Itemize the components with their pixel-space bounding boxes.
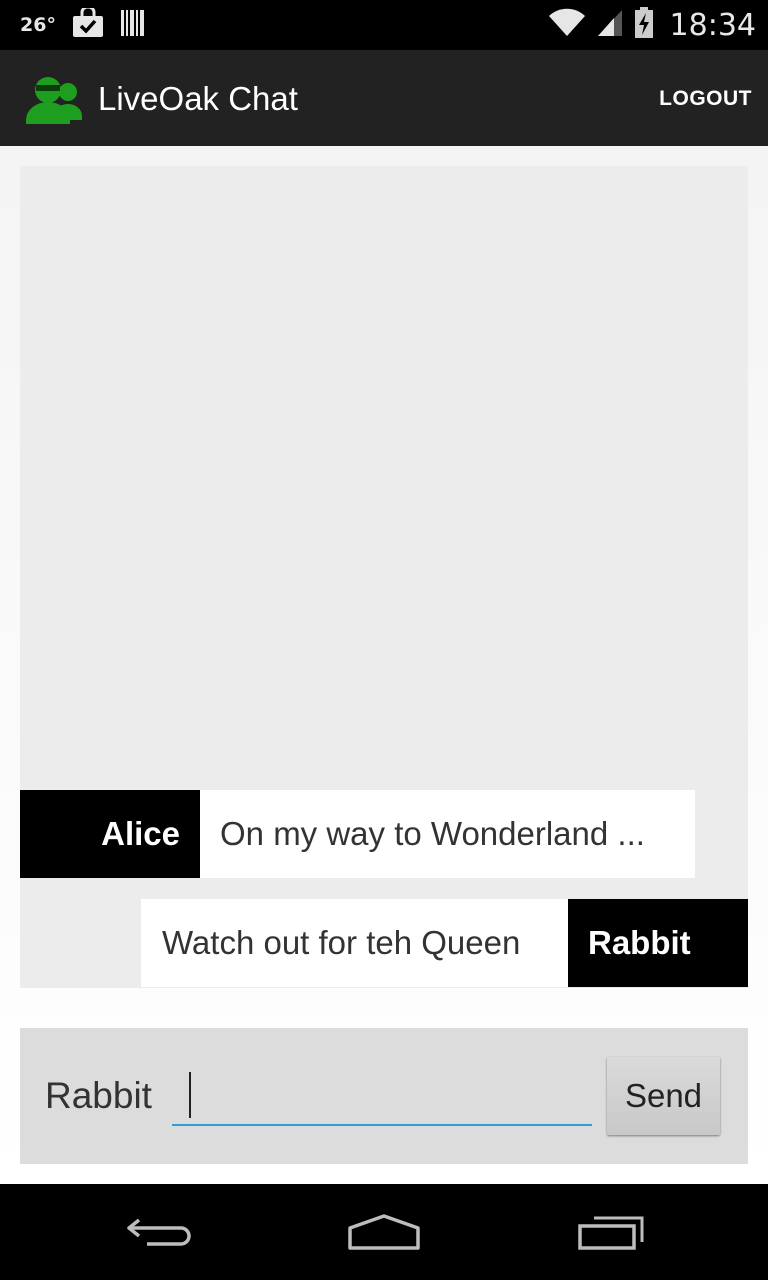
message-input[interactable] <box>172 1068 592 1126</box>
status-left: 26° <box>20 0 146 50</box>
recent-apps-icon[interactable] <box>560 1202 660 1262</box>
status-right: 18:34 <box>548 0 756 50</box>
message-sender: Alice <box>20 790 200 878</box>
message-text: On my way to Wonderland ... <box>200 790 695 878</box>
barcode-icon <box>120 8 146 43</box>
shopping-bag-check-icon <box>72 5 104 43</box>
main-content: Alice On my way to Wonderland ... Watch … <box>0 146 768 1184</box>
cell-signal-icon <box>596 8 624 43</box>
chat-message-incoming: Alice On my way to Wonderland ... <box>20 790 695 878</box>
navigation-bar <box>0 1184 768 1280</box>
back-icon[interactable] <box>110 1202 210 1262</box>
text-cursor <box>189 1072 191 1118</box>
send-button[interactable]: Send <box>607 1057 720 1135</box>
message-composer: Rabbit Send <box>20 1028 748 1164</box>
clock: 18:34 <box>669 7 756 43</box>
wifi-icon <box>548 8 586 43</box>
logout-button[interactable]: LOGOUT <box>659 50 752 146</box>
app-logo-icon <box>24 72 88 126</box>
chat-messages-list[interactable]: Alice On my way to Wonderland ... Watch … <box>20 166 748 988</box>
chat-message-outgoing: Watch out for teh Queen Rabbit <box>141 899 748 987</box>
app-title: LiveOak Chat <box>98 80 298 117</box>
status-bar: 26° 18:34 <box>0 0 768 50</box>
battery-charging-icon <box>634 6 654 44</box>
message-sender: Rabbit <box>568 899 748 987</box>
temperature-label: 26° <box>20 14 56 36</box>
current-username: Rabbit <box>45 1075 152 1116</box>
action-bar: LiveOak Chat LOGOUT <box>0 50 768 146</box>
message-text: Watch out for teh Queen <box>141 899 568 987</box>
home-icon[interactable] <box>334 1202 434 1262</box>
